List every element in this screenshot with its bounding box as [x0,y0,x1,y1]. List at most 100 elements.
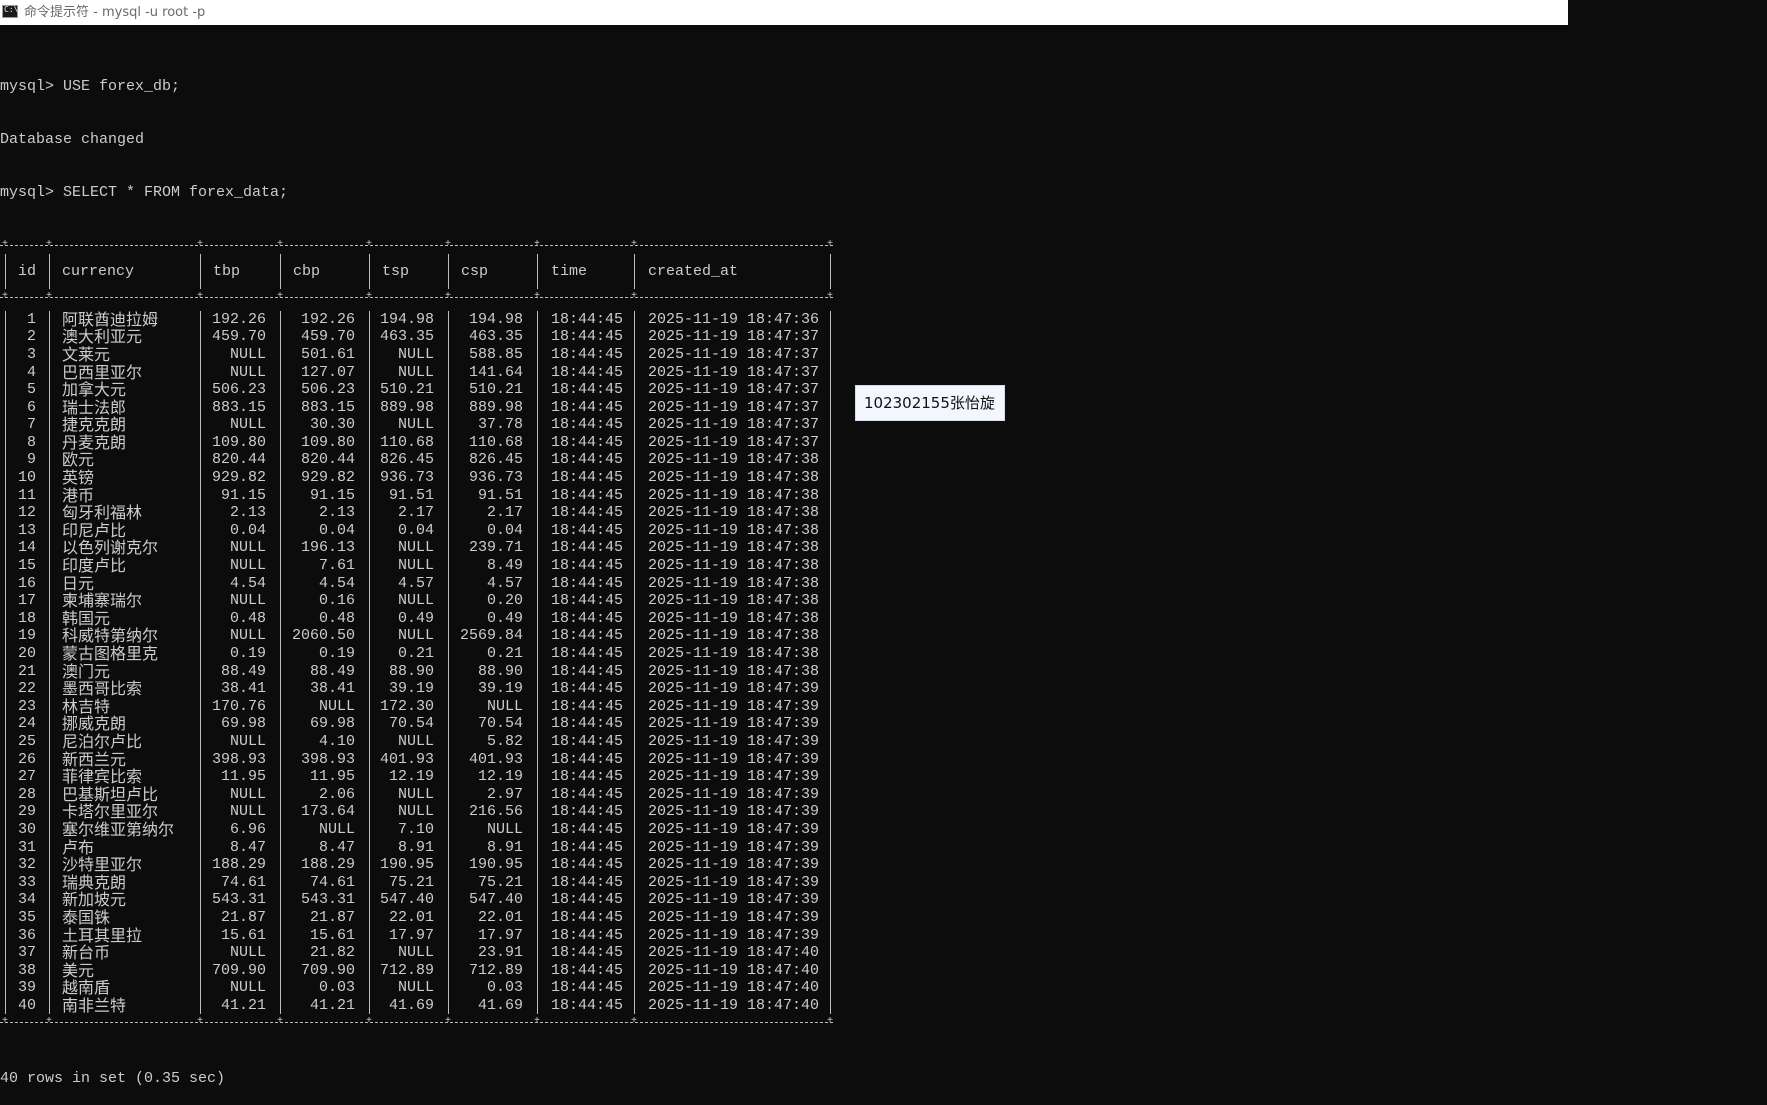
column-separator [537,996,538,1015]
column-separator [830,310,831,329]
column-separator [634,328,635,346]
cell-tsp: 190.95 [379,856,434,874]
cell-csp: 889.98 [468,398,523,416]
cell-currency: 瑞典克朗 [62,872,127,892]
column-separator [49,820,50,839]
table-row: 25 尼泊尔卢比 NULL 4.10 NULL 5.82 18:44:45 2025-11-1… [0,733,833,751]
column-separator [830,785,831,804]
cell-id: 1 [26,310,36,328]
cell-time: 18:44:45 [551,926,624,944]
column-header-csp: csp [461,263,489,281]
cell-id: 5 [26,381,36,399]
table-row: 7 捷克克朗 NULL 30.30 NULL 37.78 18:44:45 2025-11-1… [0,416,833,434]
cell-created-at: 2025-11-19 18:47:38 [648,609,820,627]
column-separator [830,398,831,417]
column-separator [200,486,201,505]
cell-id: 36 [17,926,36,944]
cell-id: 38 [17,961,36,979]
column-separator [49,416,50,434]
cell-tsp: 7.10 [397,820,434,838]
column-separator [5,873,6,892]
cell-id: 8 [26,433,36,451]
column-separator [49,785,50,804]
cell-tsp: NULL [397,416,434,434]
column-separator [634,469,635,487]
cell-currency: 欧元 [62,450,95,470]
cell-cbp: 30.30 [309,416,355,434]
cell-tbp: 4.54 [229,574,266,592]
column-separator [830,803,831,821]
table-row: 28 巴基斯坦卢比 NULL 2.06 NULL 2.97 18:44:45 2025-11-… [0,786,833,804]
column-separator [369,310,370,329]
column-separator [280,645,281,663]
cell-id: 22 [17,680,36,698]
column-separator [537,785,538,804]
console-line: mysql> SELECT * FROM forex_data; [0,183,289,201]
cell-csp: 0.20 [486,592,523,610]
column-separator [634,433,635,452]
column-separator [280,398,281,417]
column-separator [448,328,449,346]
column-separator [200,345,201,364]
column-separator [537,820,538,839]
table-row: 13 印尼卢比 0.04 0.04 0.04 0.04 18:44:45 2025-11-19… [0,522,833,540]
cell-id: 30 [17,820,36,838]
column-separator [200,310,201,329]
column-separator [200,891,201,909]
cell-created-at: 2025-11-19 18:47:40 [648,996,820,1014]
table-row: 3 文莱元 NULL 501.61 NULL 588.85 18:44:45 2025-11-… [0,346,833,364]
table-row: 36 土耳其里拉 15.61 15.61 17.97 17.97 18:44:45 2025-… [0,925,833,945]
column-separator [280,627,281,645]
column-separator [634,785,635,804]
cell-id: 6 [26,398,36,416]
column-separator [5,785,6,804]
cell-csp: 547.40 [468,891,523,909]
cell-tsp: 172.30 [379,697,434,715]
cell-cbp: 883.15 [300,398,355,416]
column-separator [830,838,831,857]
cell-tbp: 543.31 [211,891,266,909]
cell-created-at: 2025-11-19 18:47:39 [648,768,820,786]
column-separator [448,574,449,593]
cell-id: 16 [17,574,36,592]
cell-tsp: 510.21 [379,381,434,399]
column-separator [200,697,201,716]
cell-cbp: 4.54 [318,574,355,592]
window-title: 命令提示符 - mysql -u root -p [24,5,206,20]
column-separator [830,609,831,628]
cell-tsp: NULL [397,592,434,610]
column-separator [49,838,50,857]
cell-currency: 英镑 [62,468,95,488]
table-row: 35 泰国铢 21.87 21.87 22.01 22.01 18:44:45 2025-11… [0,909,833,927]
cell-currency: 林吉特 [62,696,111,716]
column-separator [830,345,831,364]
cell-created-at: 2025-11-19 18:47:38 [648,592,820,610]
cell-csp: 510.21 [468,381,523,399]
table-row: 23 林吉特 170.76 NULL 172.30 NULL 18:44:45 2025-11… [0,698,833,716]
cell-tsp: 0.49 [397,609,434,627]
column-separator [5,697,6,716]
cell-time: 18:44:45 [551,891,624,909]
column-separator [200,873,201,892]
column-separator [830,768,831,786]
cell-currency: 墨西哥比索 [62,679,143,699]
cell-created-at: 2025-11-19 18:47:38 [648,539,820,557]
cell-tbp: 38.41 [220,680,266,698]
cell-id: 27 [17,768,36,786]
cell-csp: 216.56 [468,803,523,821]
column-separator [5,820,6,839]
border-corner: + [827,238,834,250]
console-output[interactable]: mysql> USE forex_db; Database changed my… [0,43,1568,1105]
cell-csp: 39.19 [477,680,523,698]
column-separator [280,803,281,821]
column-separator [830,574,831,593]
column-separator [280,944,281,962]
result-footer: 40 rows in set (0.35 sec) [0,1070,226,1088]
window-titlebar[interactable]: C:\ 命令提示符 - mysql -u root -p [0,0,1568,25]
cell-created-at: 2025-11-19 18:47:39 [648,697,820,715]
cell-created-at: 2025-11-19 18:47:38 [648,469,820,487]
column-header-tsp: tsp [382,263,410,281]
column-separator [49,961,50,980]
cell-currency: 土耳其里拉 [62,925,143,945]
cell-id: 31 [17,838,36,856]
